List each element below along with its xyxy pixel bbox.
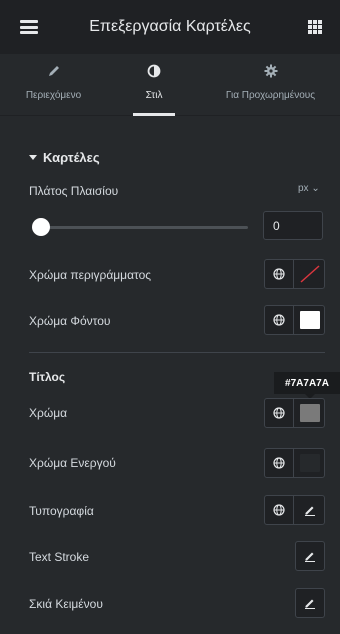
- globe-icon: [273, 268, 285, 280]
- title-heading: Τίτλος: [29, 370, 66, 384]
- section-title: Καρτέλες: [43, 150, 100, 165]
- active-color-swatch[interactable]: [300, 454, 320, 472]
- border-color-label: Χρώμα περιγράμματος: [29, 268, 152, 282]
- gear-icon: [264, 64, 277, 78]
- active-color-label: Χρώμα Ενεργού: [29, 456, 116, 470]
- tab-content-label: Περιεχόμενο: [25, 90, 82, 101]
- panel-title: Επεξεργασία Καρτέλες: [89, 18, 251, 35]
- background-color-swatch[interactable]: [300, 311, 320, 329]
- globe-icon: [273, 314, 285, 326]
- pencil-icon: [305, 506, 315, 516]
- text-stroke-edit-button[interactable]: [295, 541, 325, 571]
- border-color-control: [264, 259, 325, 289]
- title-color-control: [264, 398, 325, 428]
- border-width-slider[interactable]: [40, 226, 248, 229]
- unit-label: px: [298, 183, 309, 194]
- typography-label: Τυπογραφία: [29, 504, 94, 518]
- panel-header: Επεξεργασία Καρτέλες: [0, 0, 340, 54]
- global-colors-button[interactable]: [265, 306, 294, 334]
- active-color-control: [264, 448, 325, 478]
- typography-control: [264, 495, 325, 525]
- chevron-down-icon: ⌄: [311, 183, 320, 194]
- unit-selector[interactable]: px ⌄: [298, 183, 320, 194]
- global-colors-button[interactable]: [265, 399, 294, 427]
- panel-tabs: Περιεχόμενο Στιλ Για Προχωρημένους: [0, 54, 340, 116]
- tab-style[interactable]: Στιλ: [107, 54, 201, 116]
- tab-style-label: Στιλ: [145, 90, 163, 101]
- title-color-label: Χρώμα: [29, 406, 68, 420]
- global-colors-button[interactable]: [265, 449, 294, 477]
- pencil-icon: [305, 552, 315, 562]
- tab-content[interactable]: Περιεχόμενο: [0, 54, 107, 116]
- grid-icon[interactable]: [308, 20, 322, 34]
- divider: [29, 352, 325, 353]
- tab-advanced-label: Για Προχωρημένους: [225, 90, 316, 101]
- text-shadow-label: Σκιά Κειμένου: [29, 597, 103, 611]
- global-fonts-button[interactable]: [265, 496, 294, 524]
- text-shadow-edit-button[interactable]: [295, 588, 325, 618]
- background-color-label: Χρώμα Φόντου: [29, 314, 111, 328]
- background-color-control: [264, 305, 325, 335]
- globe-icon: [273, 407, 285, 419]
- title-color-swatch[interactable]: [300, 404, 320, 422]
- border-width-label: Πλάτος Πλαισίου: [29, 184, 119, 198]
- globe-icon: [273, 457, 285, 469]
- pencil-icon: [305, 599, 315, 609]
- typography-edit-button[interactable]: [295, 496, 325, 524]
- global-colors-button[interactable]: [265, 260, 294, 288]
- contrast-icon: [147, 64, 161, 78]
- color-tooltip: #7A7A7A: [274, 372, 340, 394]
- border-color-swatch[interactable]: [300, 265, 320, 283]
- tab-advanced[interactable]: Για Προχωρημένους: [201, 54, 340, 116]
- no-color-icon: [300, 265, 320, 283]
- pencil-icon: [48, 66, 59, 76]
- slider-handle[interactable]: [32, 218, 50, 236]
- globe-icon: [273, 504, 285, 516]
- section-toggle[interactable]: Καρτέλες: [29, 150, 100, 165]
- border-width-input[interactable]: [263, 211, 323, 240]
- caret-down-icon: [29, 155, 37, 161]
- text-stroke-label: Text Stroke: [29, 550, 90, 564]
